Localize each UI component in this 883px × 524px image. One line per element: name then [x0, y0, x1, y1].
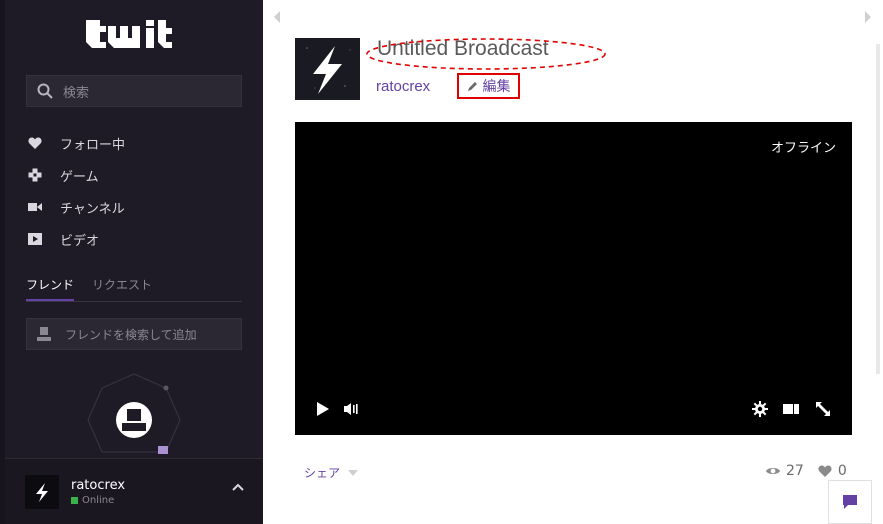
settings-gear-icon[interactable]	[752, 401, 768, 417]
search-placeholder: 検索	[63, 85, 90, 101]
tab-requests[interactable]: リクエスト	[92, 276, 152, 301]
sidebar-item-games[interactable]: ゲーム	[28, 159, 248, 191]
gamepad-icon	[28, 168, 42, 182]
sidebar-item-channels[interactable]: チャンネル	[28, 191, 248, 223]
friends-empty-illustration	[87, 373, 181, 454]
sidebar-item-following[interactable]: フォロー中	[28, 127, 248, 159]
sidebar-item-label: チャンネル	[60, 201, 125, 217]
user-info: ratocrex Online	[71, 478, 125, 506]
chat-toggle-button[interactable]	[828, 480, 872, 524]
offline-label: オフライン	[770, 141, 836, 156]
tab-friends[interactable]: フレンド	[26, 276, 75, 301]
heart-icon	[818, 465, 832, 477]
camera-icon	[28, 203, 42, 211]
sidebar-item-label: ビデオ	[60, 233, 100, 249]
fullscreen-icon[interactable]	[815, 401, 831, 417]
eye-icon	[766, 468, 780, 474]
sidebar: 検索 フォロー中 ゲーム チャンネル ビデオ フレンド リクエスト フレンドを検…	[0, 0, 263, 524]
sidebar-nav: フォロー中 ゲーム チャンネル ビデオ	[28, 127, 248, 255]
lightning-icon	[36, 482, 48, 502]
sidebar-item-videos[interactable]: ビデオ	[28, 223, 248, 255]
channel-name-link[interactable]: ratocrex	[376, 78, 430, 95]
user-status: Online	[71, 495, 125, 506]
volume-icon[interactable]	[343, 401, 359, 417]
edit-button[interactable]: 編集	[457, 73, 520, 99]
friends-tabs: フレンド リクエスト	[26, 276, 242, 302]
share-dropdown[interactable]: シェア	[304, 464, 359, 481]
online-indicator-icon	[71, 496, 78, 504]
user-icon	[37, 327, 51, 341]
video-player[interactable]: オフライン	[295, 122, 852, 435]
twitch-logo[interactable]	[80, 14, 184, 54]
chevron-down-icon	[348, 469, 359, 476]
scroll-right-arrow-icon[interactable]	[864, 11, 872, 23]
view-count: 27	[786, 463, 804, 479]
pencil-icon	[467, 82, 477, 91]
avatar[interactable]	[25, 474, 59, 509]
friend-search-placeholder: フレンドを検索して追加	[65, 327, 197, 342]
search-icon	[37, 83, 53, 99]
share-label: シェア	[304, 466, 341, 480]
edit-label: 編集	[482, 79, 511, 95]
chevron-up-icon[interactable]	[231, 481, 245, 495]
title-highlight-outline	[366, 38, 606, 70]
play-icon	[28, 233, 42, 245]
heart-count: 0	[837, 463, 847, 479]
current-user-bar[interactable]: ratocrex Online	[5, 458, 263, 524]
chat-bubble-icon	[843, 495, 857, 509]
friend-search-input[interactable]: フレンドを検索して追加	[26, 318, 242, 350]
username: ratocrex	[71, 477, 126, 493]
heart-icon	[28, 137, 42, 149]
channel-avatar[interactable]	[295, 38, 360, 100]
sidebar-item-label: ゲーム	[60, 169, 99, 185]
play-button-icon[interactable]	[315, 401, 331, 417]
lightning-icon	[295, 38, 360, 100]
theater-mode-icon[interactable]	[783, 401, 799, 417]
channel-stats: 27 0	[766, 463, 847, 479]
sidebar-item-label: フォロー中	[60, 137, 126, 153]
vertical-scrollbar[interactable]	[876, 44, 880, 374]
status-label: Online	[82, 494, 115, 506]
search-box[interactable]: 検索	[26, 75, 242, 107]
scroll-left-arrow-icon[interactable]	[273, 11, 281, 23]
